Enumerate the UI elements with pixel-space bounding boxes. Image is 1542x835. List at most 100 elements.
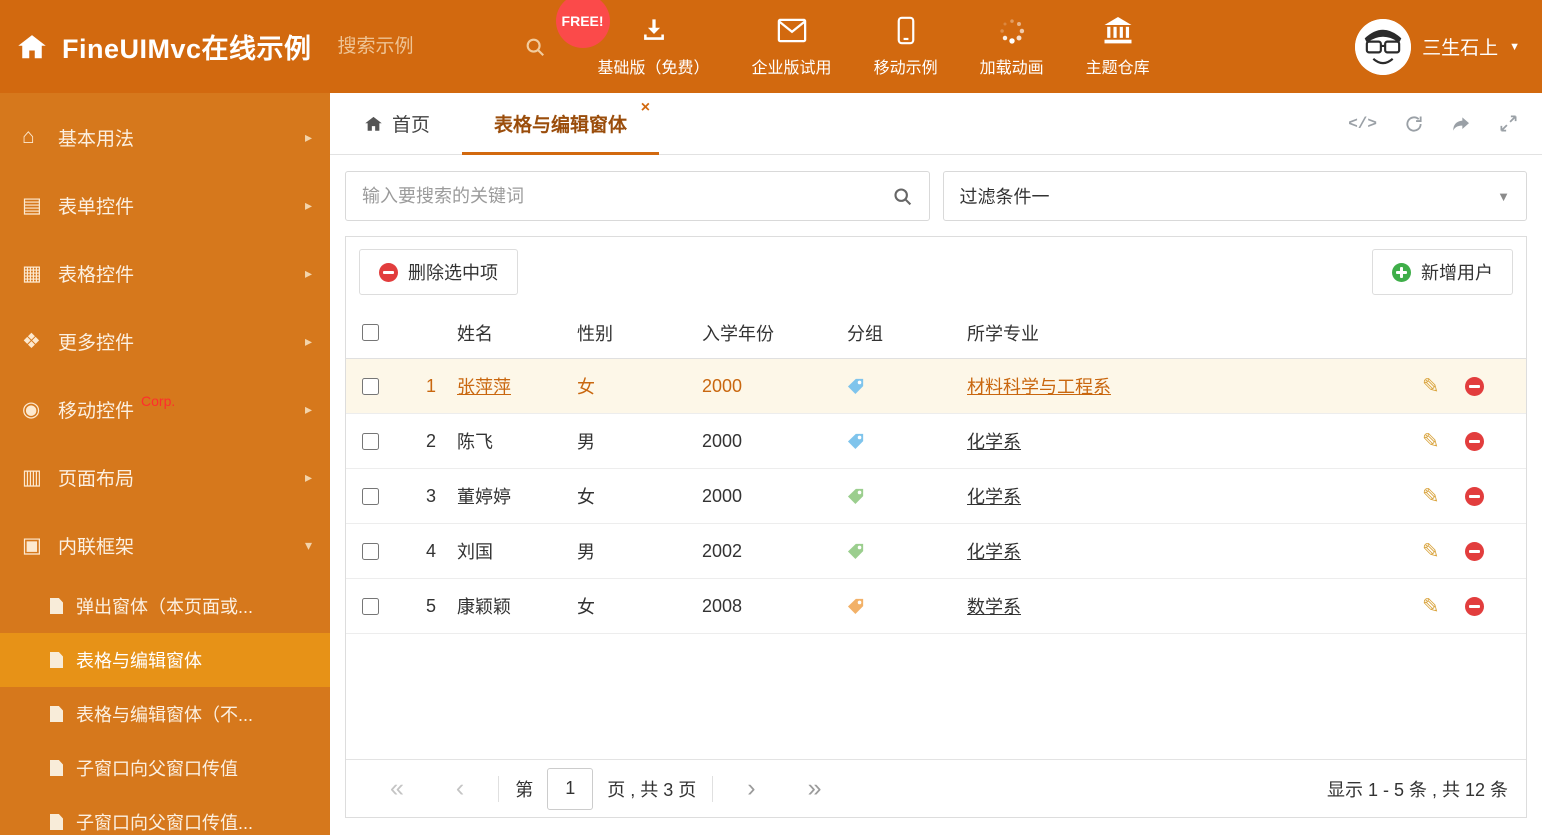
first-page-button[interactable]: « bbox=[390, 776, 404, 801]
app-window: FineUIMvc在线示例 FREE! 基础版（免费） 企业版试用 bbox=[0, 0, 1542, 835]
chevron-right-icon: ▸ bbox=[304, 468, 312, 485]
delete-icon[interactable] bbox=[1464, 376, 1484, 396]
major-link[interactable]: 化学系 bbox=[967, 542, 1021, 562]
refresh-icon[interactable] bbox=[1404, 114, 1424, 134]
page-number-input[interactable] bbox=[547, 767, 594, 810]
sidebar-subitem-child-to-parent[interactable]: 子窗口向父窗口传值 bbox=[0, 741, 330, 795]
delete-icon[interactable] bbox=[1464, 431, 1484, 451]
table-row[interactable]: 1 张萍萍 女 2000 材料科学与工程系 ✎ bbox=[346, 359, 1526, 414]
delete-icon[interactable] bbox=[1464, 486, 1484, 506]
last-page-button[interactable]: » bbox=[808, 776, 822, 801]
name-link[interactable]: 刘国 bbox=[457, 542, 493, 562]
column-header-name[interactable]: 姓名 bbox=[436, 320, 556, 346]
prev-page-button[interactable]: ‹ bbox=[456, 776, 464, 801]
column-header-gender[interactable]: 性别 bbox=[556, 320, 681, 346]
edit-icon[interactable]: ✎ bbox=[1422, 596, 1440, 617]
delete-icon[interactable] bbox=[1464, 541, 1484, 561]
form-icon: ▤ bbox=[22, 193, 42, 217]
sidebar-subitem-popup-window[interactable]: 弹出窗体（本页面或... bbox=[0, 579, 330, 633]
sidebar-item-inline-frame[interactable]: ▣ 内联框架 ▾ bbox=[0, 511, 330, 579]
tab-tools: </> bbox=[1348, 93, 1542, 154]
body-row: ⌂ 基本用法 ▸ ▤ 表单控件 ▸ ▦ 表格控件 ▸ ❖ 更多控件 ▸ ◉ 移动 bbox=[0, 93, 1542, 835]
expand-icon[interactable] bbox=[1499, 114, 1518, 133]
edit-icon[interactable]: ✎ bbox=[1422, 541, 1440, 562]
year-cell: 2000 bbox=[702, 375, 743, 396]
row-checkbox[interactable] bbox=[362, 542, 379, 560]
sidebar-subitem-grid-edit-window-2[interactable]: 表格与编辑窗体（不... bbox=[0, 687, 330, 741]
sidebar-item-mobile-controls[interactable]: ◉ 移动控件 Corp. ▸ bbox=[0, 375, 330, 443]
row-checkbox[interactable] bbox=[362, 487, 379, 505]
column-header-group[interactable]: 分组 bbox=[826, 320, 946, 346]
major-link[interactable]: 材料科学与工程系 bbox=[967, 377, 1111, 397]
close-icon[interactable]: × bbox=[641, 100, 650, 116]
name-link[interactable]: 董婷婷 bbox=[457, 487, 511, 507]
delete-icon[interactable] bbox=[1464, 596, 1484, 616]
edit-icon[interactable]: ✎ bbox=[1422, 376, 1440, 397]
column-header-major[interactable]: 所学专业 bbox=[946, 320, 1416, 346]
major-link[interactable]: 数学系 bbox=[967, 597, 1021, 617]
column-header-year[interactable]: 入学年份 bbox=[681, 320, 826, 346]
user-menu[interactable]: 三生石上 ▼ bbox=[1355, 18, 1520, 75]
row-number: 1 bbox=[425, 375, 436, 396]
nav-basic-free[interactable]: FREE! 基础版（免费） bbox=[555, 0, 710, 78]
tab-grid-edit-window[interactable]: 表格与编辑窗体 × bbox=[462, 93, 660, 155]
grid-panel: 删除选中项 新增用户 姓名 性别 入学年份 分组 所学专业 1 张萍萍 女 20… bbox=[345, 236, 1527, 818]
filter-row: 过滤条件一 ▼ bbox=[345, 171, 1527, 221]
table-icon: ▦ bbox=[22, 261, 42, 285]
minus-circle-icon bbox=[379, 262, 398, 282]
nav-enterprise-trial[interactable]: 企业版试用 bbox=[752, 16, 832, 78]
name-link[interactable]: 康颖颖 bbox=[457, 597, 511, 617]
tag-icon bbox=[847, 598, 864, 614]
main-area: 首页 表格与编辑窗体 × </> 输入要搜索的关键词 过滤条件一 ▼ 删除选中项… bbox=[330, 93, 1542, 835]
add-user-button[interactable]: 新增用户 bbox=[1372, 249, 1513, 295]
filter-dropdown[interactable]: 过滤条件一 ▼ bbox=[942, 171, 1527, 221]
tab-home[interactable]: 首页 bbox=[346, 93, 448, 154]
delete-selected-button[interactable]: 删除选中项 bbox=[359, 249, 518, 295]
sidebar-item-page-layout[interactable]: ▥ 页面布局 ▸ bbox=[0, 443, 330, 511]
edit-icon[interactable]: ✎ bbox=[1422, 486, 1440, 507]
divider bbox=[712, 775, 714, 802]
sidebar-item-more-controls[interactable]: ❖ 更多控件 ▸ bbox=[0, 307, 330, 375]
year-cell: 2000 bbox=[702, 430, 743, 451]
search-icon[interactable] bbox=[892, 186, 913, 207]
gender-cell: 女 bbox=[577, 487, 595, 507]
sidebar-item-form-controls[interactable]: ▤ 表单控件 ▸ bbox=[0, 171, 330, 239]
source-code-icon[interactable]: </> bbox=[1348, 115, 1377, 133]
sidebar-item-grid-controls[interactable]: ▦ 表格控件 ▸ bbox=[0, 239, 330, 307]
name-link[interactable]: 张萍萍 bbox=[457, 377, 511, 397]
row-checkbox[interactable] bbox=[362, 432, 379, 450]
table-row[interactable]: 5 康颖颖 女 2008 数学系 ✎ bbox=[346, 579, 1526, 634]
table-row[interactable]: 3 董婷婷 女 2000 化学系 ✎ bbox=[346, 469, 1526, 524]
row-checkbox[interactable] bbox=[362, 597, 379, 615]
major-link[interactable]: 化学系 bbox=[967, 487, 1021, 507]
next-page-button[interactable]: › bbox=[747, 776, 755, 801]
edit-icon[interactable]: ✎ bbox=[1422, 431, 1440, 452]
gender-cell: 女 bbox=[577, 377, 595, 397]
row-checkbox[interactable] bbox=[362, 377, 379, 395]
keyword-search-box[interactable] bbox=[345, 171, 930, 221]
sidebar-subitem-child-to-parent-2[interactable]: 子窗口向父窗口传值... bbox=[0, 795, 330, 835]
major-link[interactable]: 化学系 bbox=[967, 432, 1021, 452]
table-header-row: 姓名 性别 入学年份 分组 所学专业 bbox=[346, 307, 1526, 359]
search-icon[interactable] bbox=[524, 36, 546, 58]
sidebar-subitem-grid-edit-window[interactable]: 表格与编辑窗体 bbox=[0, 633, 330, 687]
header-search[interactable] bbox=[337, 35, 546, 58]
table-row[interactable]: 4 刘国 男 2002 化学系 ✎ bbox=[346, 524, 1526, 579]
row-number: 3 bbox=[425, 485, 436, 506]
table-row[interactable]: 2 陈飞 男 2000 化学系 ✎ bbox=[346, 414, 1526, 469]
keyword-search-input[interactable] bbox=[362, 185, 892, 207]
nav-mobile-demo[interactable]: 移动示例 bbox=[874, 16, 938, 78]
spinner-icon bbox=[998, 16, 1026, 46]
select-all-checkbox[interactable] bbox=[362, 324, 379, 341]
pagination-bar: « ‹ 第 页 , 共 3 页 › » 显示 1 - 5 条 , 共 12 条 bbox=[346, 759, 1526, 817]
share-icon[interactable] bbox=[1451, 114, 1472, 134]
home-icon[interactable] bbox=[16, 32, 48, 62]
sidebar-item-basic-usage[interactable]: ⌂ 基本用法 ▸ bbox=[0, 103, 330, 171]
name-link[interactable]: 陈飞 bbox=[457, 432, 493, 452]
nav-theme-repo[interactable]: 主题仓库 bbox=[1086, 16, 1150, 78]
top-header: FineUIMvc在线示例 FREE! 基础版（免费） 企业版试用 bbox=[0, 0, 1542, 93]
header-search-input[interactable] bbox=[337, 35, 524, 58]
nav-loading-animation[interactable]: 加载动画 bbox=[980, 16, 1044, 78]
download-icon bbox=[639, 16, 669, 46]
bank-icon bbox=[1103, 16, 1133, 46]
